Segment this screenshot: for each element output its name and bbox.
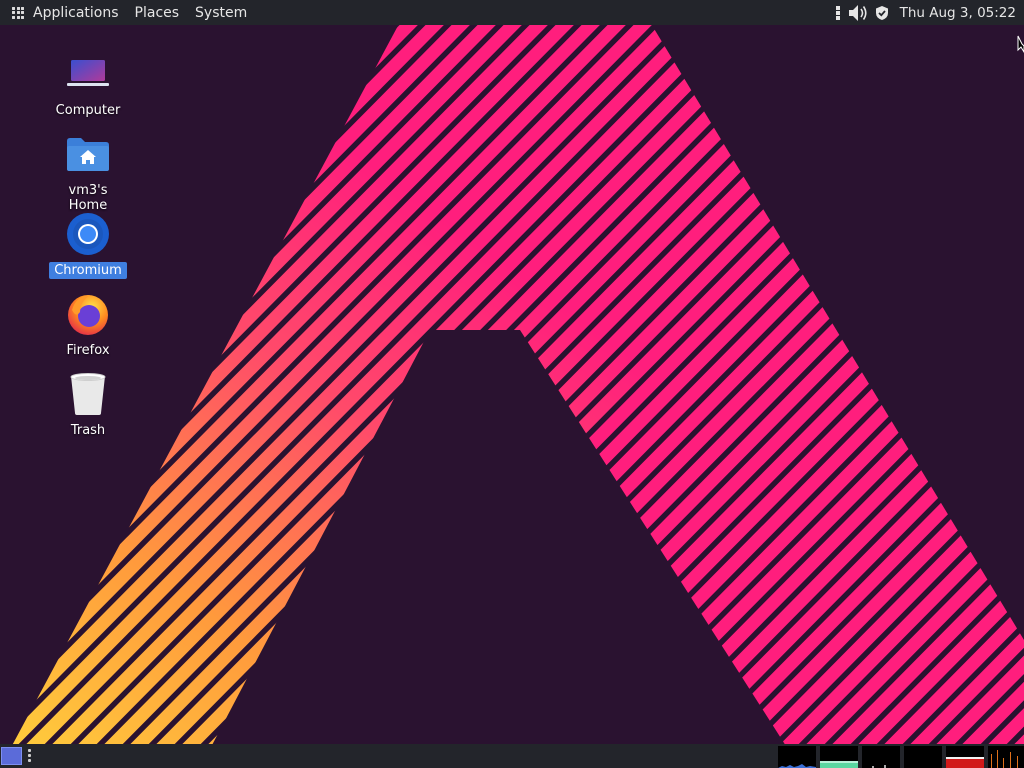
network-monitor[interactable] (862, 746, 900, 768)
home-folder-icon (44, 130, 132, 178)
memory-monitor[interactable] (820, 746, 858, 768)
swap-monitor[interactable] (904, 746, 942, 768)
desktop-icon-trash[interactable]: Trash (44, 370, 132, 439)
system-tray: Thu Aug 3, 05:22 (830, 0, 1016, 25)
desktop-icon-chromium[interactable]: Chromium (44, 210, 132, 279)
desktop-icon-label: Computer (55, 103, 121, 118)
notifications-icon[interactable] (835, 5, 842, 21)
computer-icon (44, 50, 132, 98)
desktop-icon-label: Trash (70, 423, 106, 438)
panel-handle-icon[interactable] (28, 749, 32, 764)
desktop-icon-label: Chromium (49, 262, 127, 279)
cpu-monitor[interactable] (778, 746, 816, 768)
desktop-icon-home[interactable]: vm3's Home (44, 130, 132, 214)
top-panel: Applications Places System Thu Aug 3, 05… (0, 0, 1024, 25)
desktop-wallpaper (0, 0, 1024, 768)
system-monitor-applets (774, 746, 1024, 768)
places-menu[interactable]: Places (135, 5, 180, 21)
firefox-icon (44, 290, 132, 338)
applications-grid-icon[interactable] (12, 6, 24, 19)
desktop-icon-label: Firefox (66, 343, 110, 358)
load-monitor[interactable] (946, 746, 984, 768)
desktop-icon-computer[interactable]: Computer (44, 50, 132, 119)
desktop-icon-firefox[interactable]: Firefox (44, 290, 132, 359)
applications-menu[interactable]: Applications (33, 5, 119, 21)
shield-icon[interactable] (874, 5, 890, 21)
mouse-cursor-icon (1017, 35, 1024, 53)
bottom-panel (0, 744, 1024, 768)
show-desktop-button[interactable] (1, 747, 22, 765)
disk-monitor[interactable] (988, 746, 1024, 768)
system-menu[interactable]: System (195, 5, 247, 21)
trash-icon (44, 370, 132, 418)
volume-icon[interactable] (848, 4, 868, 22)
clock[interactable]: Thu Aug 3, 05:22 (900, 5, 1016, 21)
chromium-icon (44, 210, 132, 258)
